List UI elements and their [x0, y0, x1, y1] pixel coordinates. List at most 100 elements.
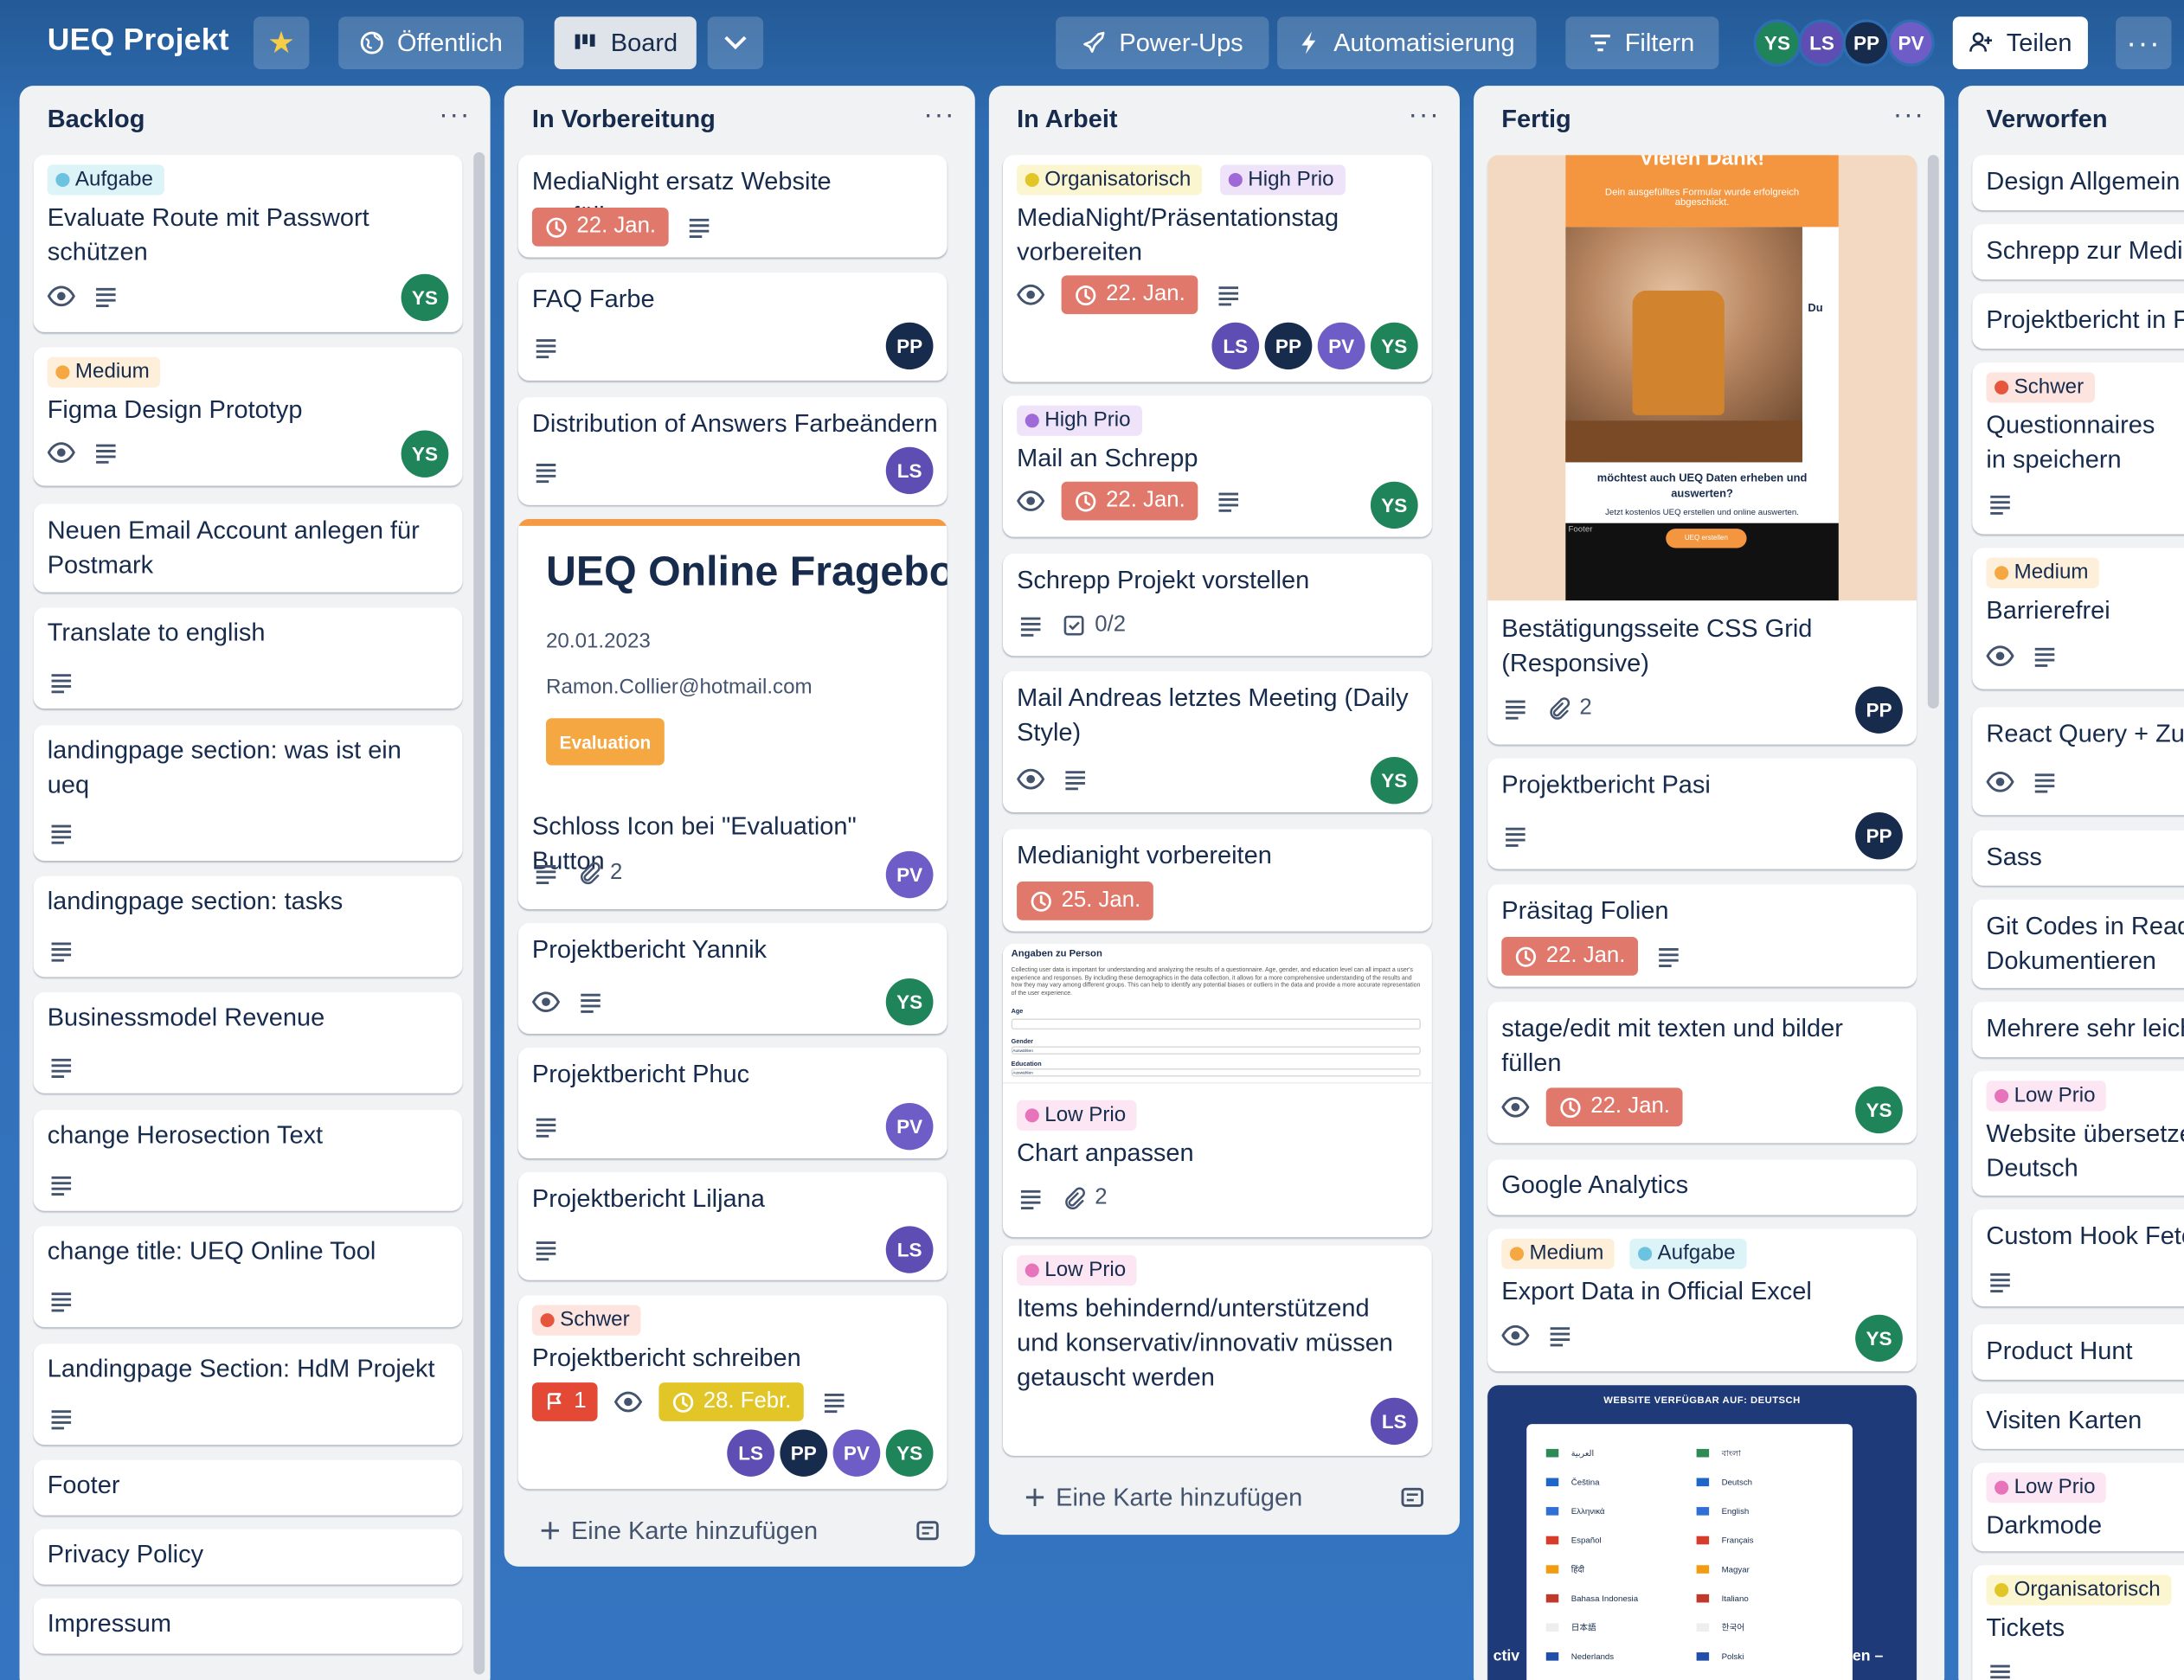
- card-member-avatar[interactable]: LS: [885, 446, 934, 495]
- card-member-avatar[interactable]: LS: [885, 1226, 934, 1273]
- list-menu-icon[interactable]: ···: [923, 99, 955, 131]
- card[interactable]: Projektbericht Liljana LS: [517, 1171, 947, 1280]
- card[interactable]: Git Codes in Read Dokumentieren: [1972, 899, 2184, 989]
- card-member-avatar[interactable]: PP: [780, 1429, 828, 1477]
- due-date-badge[interactable]: 22. Jan.: [1061, 275, 1198, 315]
- card[interactable]: Custom Hook Fetc: [1972, 1209, 2184, 1307]
- card-member-avatar[interactable]: YS: [885, 1429, 934, 1477]
- card-member-avatar[interactable]: PV: [1317, 322, 1365, 370]
- card-member-avatar[interactable]: PV: [885, 1102, 934, 1151]
- card[interactable]: Low Prio Darkmode: [1972, 1462, 2184, 1552]
- list-title[interactable]: Fertig: [1501, 106, 1571, 135]
- card-member-avatar[interactable]: YS: [1855, 1314, 1903, 1363]
- due-date-badge[interactable]: 25. Jan.: [1017, 882, 1153, 920]
- due-date-badge[interactable]: 22. Jan.: [531, 207, 669, 247]
- filter-button[interactable]: Filtern: [1565, 16, 1719, 69]
- card[interactable]: Projektbericht Phuc PV: [517, 1047, 947, 1158]
- card-member-avatar[interactable]: PP: [885, 322, 934, 370]
- automation-button[interactable]: Automatisierung: [1277, 16, 1537, 69]
- card[interactable]: Projektbericht in F: [1972, 293, 2184, 349]
- powerups-button[interactable]: Power-Ups: [1056, 16, 1269, 69]
- card-with-cover[interactable]: UEQ Online Fragebogen 20.01.2023 Ramon.C…: [517, 518, 947, 910]
- board-menu-button[interactable]: ···: [2116, 16, 2172, 69]
- list-title[interactable]: In Vorbereitung: [532, 106, 716, 135]
- list-menu-icon[interactable]: ···: [1408, 99, 1440, 131]
- card-member-avatar[interactable]: PP: [1264, 322, 1313, 370]
- card[interactable]: Aufgabe Evaluate Route mit Passwort schü…: [33, 155, 463, 332]
- card[interactable]: MediaNight ersatz Website ausfüllen 22. …: [517, 155, 947, 258]
- card[interactable]: Schrepp Projekt vorstellen 0/2: [1002, 553, 1432, 657]
- member-avatar[interactable]: PV: [1887, 19, 1935, 67]
- card-member-avatar[interactable]: YS: [1370, 757, 1418, 805]
- card[interactable]: Sass: [1972, 830, 2184, 886]
- due-date-badge[interactable]: 22. Jan.: [1545, 1087, 1683, 1127]
- card[interactable]: Low Prio Website übersetze Deutsch: [1972, 1071, 2184, 1196]
- card[interactable]: landingpage section: was ist ein ueq: [33, 725, 463, 862]
- card-member-avatar[interactable]: YS: [1370, 481, 1418, 529]
- card[interactable]: Schwer Projektbericht schreiben 1 28. Fe…: [517, 1295, 947, 1490]
- card[interactable]: Präsitag Folien 22. Jan.: [1487, 884, 1917, 987]
- card[interactable]: Translate to english: [33, 607, 463, 709]
- card-with-cover[interactable]: Vielen Dank! Dein ausgefülltes Formular …: [1487, 155, 1917, 745]
- card[interactable]: Product Hunt: [1972, 1324, 2184, 1380]
- card-member-avatar[interactable]: YS: [401, 273, 449, 322]
- card[interactable]: Businessmodel Revenue: [33, 991, 463, 1093]
- card[interactable]: Projektbericht Pasi PP: [1487, 758, 1917, 869]
- card[interactable]: Mehrere sehr leich: [1972, 1002, 2184, 1058]
- card[interactable]: Projektbericht Yannik YS: [517, 922, 947, 1034]
- card[interactable]: stage/edit mit texten und bilder füllen …: [1487, 1002, 1917, 1144]
- card-member-avatar[interactable]: LS: [1211, 322, 1260, 370]
- template-icon[interactable]: [914, 1516, 941, 1544]
- card-with-cover[interactable]: WEBSITE VERFÜGBAR AUF: DEUTSCH العربية Če…: [1487, 1385, 1917, 1680]
- card[interactable]: FAQ Farbe PP: [517, 273, 947, 381]
- card[interactable]: Medium Barrierefrei: [1972, 548, 2184, 689]
- board-title[interactable]: UEQ Projekt: [48, 22, 229, 59]
- card[interactable]: Mail Andreas letztes Meeting (Daily Styl…: [1002, 670, 1432, 813]
- list-title[interactable]: In Arbeit: [1017, 106, 1117, 135]
- due-date-badge[interactable]: 28. Febr.: [658, 1382, 804, 1421]
- card-member-avatar[interactable]: YS: [401, 430, 449, 478]
- member-avatar[interactable]: LS: [1798, 19, 1846, 67]
- add-card-button[interactable]: Eine Karte hinzufügen: [1003, 1474, 1446, 1521]
- card[interactable]: Organisatorisch High Prio MediaNight/Prä…: [1002, 155, 1432, 382]
- card[interactable]: Google Analytics: [1487, 1159, 1917, 1215]
- card-member-avatar[interactable]: LS: [1370, 1397, 1418, 1446]
- member-avatar[interactable]: YS: [1753, 19, 1802, 67]
- due-date-badge[interactable]: 22. Jan.: [1501, 936, 1638, 976]
- list-menu-icon[interactable]: ···: [1893, 99, 1925, 131]
- list-title[interactable]: Verworfen: [1986, 106, 2107, 135]
- card[interactable]: change title: UEQ Online Tool: [33, 1226, 463, 1328]
- card-with-cover[interactable]: Angaben zu Person Collecting user data i…: [1002, 943, 1432, 1238]
- member-avatar[interactable]: PP: [1842, 19, 1891, 67]
- share-button[interactable]: Teilen: [1952, 16, 2088, 69]
- card-member-avatar[interactable]: PV: [832, 1429, 881, 1477]
- card[interactable]: Landingpage Section: HdM Projekt: [33, 1343, 463, 1446]
- list-scrollbar[interactable]: [1927, 155, 1939, 709]
- card[interactable]: Impressum: [33, 1598, 463, 1654]
- card[interactable]: Visiten Karten: [1972, 1393, 2184, 1449]
- card[interactable]: High Prio Mail an Schrepp 22. Jan. YS: [1002, 395, 1432, 537]
- view-switcher-button[interactable]: [707, 16, 764, 69]
- card[interactable]: Privacy Policy: [33, 1529, 463, 1585]
- card[interactable]: Schwer Questionnaires in speichern: [1972, 362, 2184, 535]
- card[interactable]: Schrepp zur Medi: [1972, 224, 2184, 280]
- card[interactable]: change Herosection Text: [33, 1109, 463, 1211]
- card-member-avatar[interactable]: PV: [885, 850, 934, 899]
- card[interactable]: Medium Figma Design Prototyp YS: [33, 347, 463, 486]
- card-member-avatar[interactable]: LS: [727, 1429, 774, 1477]
- card[interactable]: Footer: [33, 1459, 463, 1516]
- card[interactable]: Medium Aufgabe Export Data in Official E…: [1487, 1228, 1917, 1372]
- card[interactable]: Distribution of Answers Farbeändern LS: [517, 397, 947, 505]
- list-scrollbar[interactable]: [473, 151, 485, 1675]
- star-button[interactable]: ★: [253, 16, 310, 69]
- card[interactable]: landingpage section: tasks: [33, 875, 463, 978]
- visibility-button[interactable]: Öffentlich: [338, 16, 524, 69]
- card-member-avatar[interactable]: YS: [1855, 1086, 1903, 1134]
- template-icon[interactable]: [1398, 1484, 1426, 1511]
- due-date-badge[interactable]: 22. Jan.: [1061, 481, 1198, 521]
- card-member-avatar[interactable]: YS: [885, 978, 934, 1026]
- add-card-button[interactable]: Eine Karte hinzufügen: [518, 1507, 961, 1554]
- card[interactable]: Medianight vorbereiten 25. Jan.: [1002, 829, 1432, 932]
- view-board-button[interactable]: Board: [554, 16, 697, 69]
- card[interactable]: Design Allgemein: [1972, 155, 2184, 211]
